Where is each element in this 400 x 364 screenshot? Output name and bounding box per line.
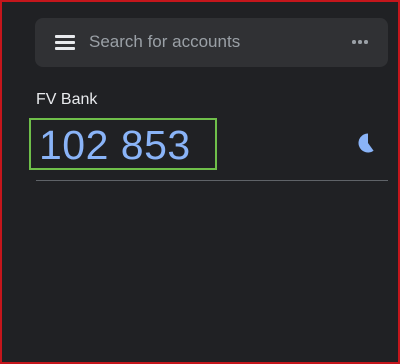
countdown-timer-icon [358, 133, 374, 153]
account-divider [36, 180, 388, 181]
search-bar[interactable]: Search for accounts [35, 18, 388, 67]
app-screen: Search for accounts FV Bank 102 853 [0, 0, 400, 364]
more-options-icon[interactable] [352, 40, 368, 44]
code-highlight-box: 102 853 [29, 118, 217, 170]
search-input[interactable]: Search for accounts [89, 32, 240, 52]
one-time-code[interactable]: 102 853 [39, 121, 191, 169]
menu-icon[interactable] [55, 35, 75, 50]
account-name: FV Bank [36, 91, 98, 108]
